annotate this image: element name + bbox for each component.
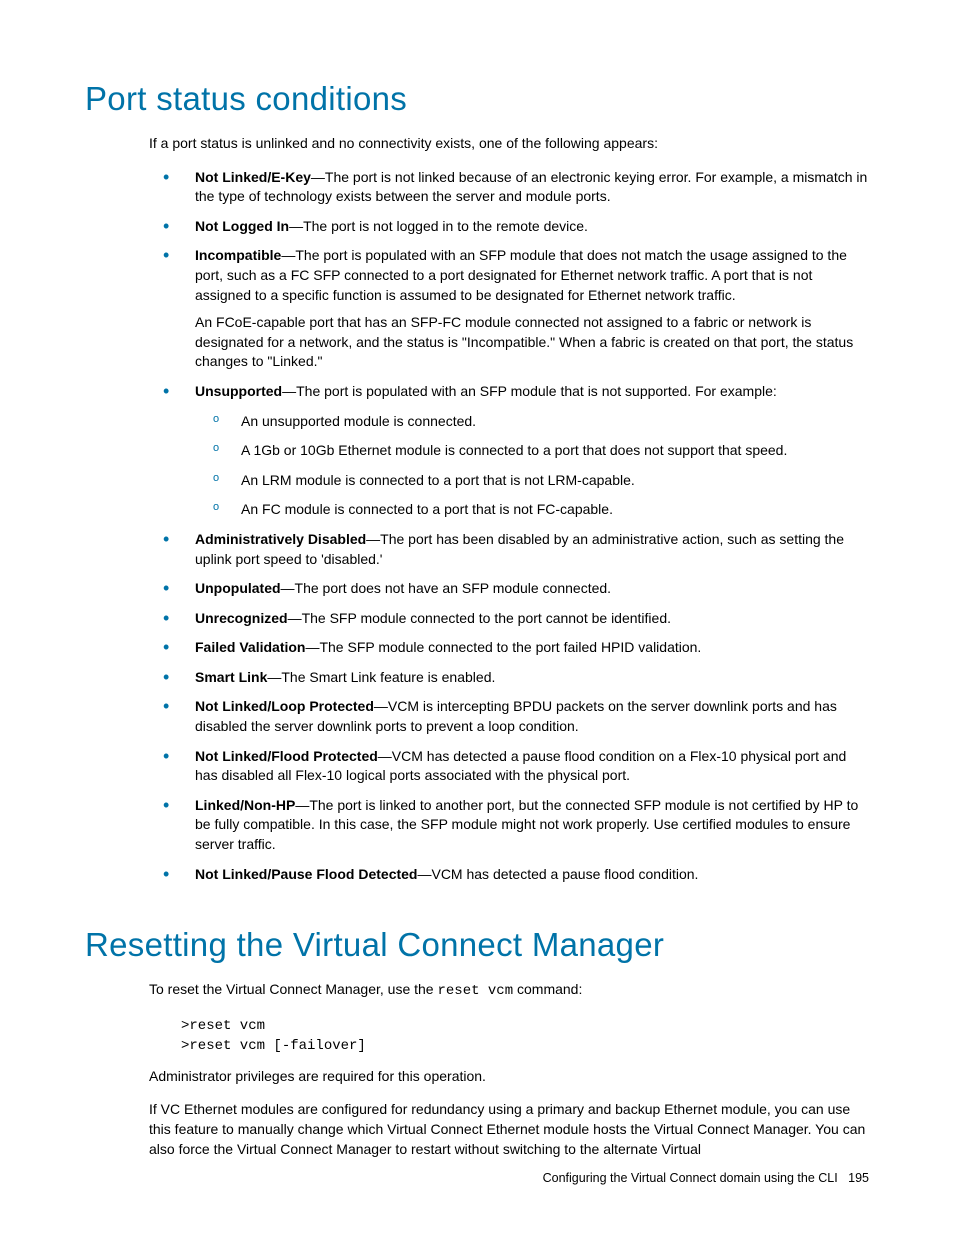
code-block: >reset vcm >reset vcm [-failover] <box>181 1016 869 1057</box>
list-item: Unpopulated—The port does not have an SF… <box>163 579 869 599</box>
page-footer: Configuring the Virtual Connect domain u… <box>543 1171 869 1185</box>
inline-code: reset vcm <box>437 983 513 999</box>
term: Unrecognized <box>195 610 288 626</box>
sub-item: An FC module is connected to a port that… <box>213 500 869 520</box>
reset-intro: To reset the Virtual Connect Manager, us… <box>149 980 869 1002</box>
list-item: Incompatible—The port is populated with … <box>163 246 869 372</box>
intro-text: If a port status is unlinked and no conn… <box>149 134 869 154</box>
page-number: 195 <box>848 1171 869 1185</box>
extra-text: An FCoE-capable port that has an SFP-FC … <box>195 313 869 372</box>
desc: —The port is populated with an SFP modul… <box>282 383 777 399</box>
desc: —The Smart Link feature is enabled. <box>267 669 495 685</box>
intro-post: command: <box>513 981 582 997</box>
list-item: Not Linked/Loop Protected—VCM is interce… <box>163 697 869 736</box>
term: Smart Link <box>195 669 267 685</box>
term: Not Logged In <box>195 218 289 234</box>
list-item: Unsupported—The port is populated with a… <box>163 382 869 520</box>
term: Not Linked/Flood Protected <box>195 748 378 764</box>
list-item: Not Linked/Flood Protected—VCM has detec… <box>163 747 869 786</box>
desc: —The SFP module connected to the port ca… <box>288 610 671 626</box>
term: Not Linked/Loop Protected <box>195 698 374 714</box>
sub-item: An LRM module is connected to a port tha… <box>213 471 869 491</box>
list-item: Not Logged In—The port is not logged in … <box>163 217 869 237</box>
list-item: Not Linked/Pause Flood Detected—VCM has … <box>163 865 869 885</box>
body-para: Administrator privileges are required fo… <box>149 1066 869 1086</box>
heading-resetting-vcm: Resetting the Virtual Connect Manager <box>85 926 869 964</box>
intro-pre: To reset the Virtual Connect Manager, us… <box>149 981 437 997</box>
desc: —The port is not logged in to the remote… <box>289 218 588 234</box>
term: Not Linked/Pause Flood Detected <box>195 866 417 882</box>
list-item: Not Linked/E-Key—The port is not linked … <box>163 168 869 207</box>
desc: —The port does not have an SFP module co… <box>281 580 612 596</box>
list-item: Smart Link—The Smart Link feature is ena… <box>163 668 869 688</box>
list-item: Unrecognized—The SFP module connected to… <box>163 609 869 629</box>
desc: —The port is linked to another port, but… <box>195 797 858 852</box>
sub-item: An unsupported module is connected. <box>213 412 869 432</box>
list-item: Linked/Non-HP—The port is linked to anot… <box>163 796 869 855</box>
term: Unsupported <box>195 383 282 399</box>
term: Administratively Disabled <box>195 531 366 547</box>
term: Unpopulated <box>195 580 281 596</box>
desc: —The port is populated with an SFP modul… <box>195 247 847 302</box>
term: Incompatible <box>195 247 281 263</box>
list-item: Failed Validation—The SFP module connect… <box>163 638 869 658</box>
bullet-list-port-status: Not Linked/E-Key—The port is not linked … <box>163 168 869 885</box>
body-para: If VC Ethernet modules are configured fo… <box>149 1099 869 1160</box>
term: Linked/Non-HP <box>195 797 295 813</box>
desc: —The SFP module connected to the port fa… <box>305 639 701 655</box>
heading-port-status: Port status conditions <box>85 80 869 118</box>
sub-list: An unsupported module is connected. A 1G… <box>213 412 869 520</box>
term: Not Linked/E-Key <box>195 169 311 185</box>
desc: —VCM has detected a pause flood conditio… <box>417 866 698 882</box>
list-item: Administratively Disabled—The port has b… <box>163 530 869 569</box>
term: Failed Validation <box>195 639 305 655</box>
footer-text: Configuring the Virtual Connect domain u… <box>543 1171 838 1185</box>
sub-item: A 1Gb or 10Gb Ethernet module is connect… <box>213 441 869 461</box>
